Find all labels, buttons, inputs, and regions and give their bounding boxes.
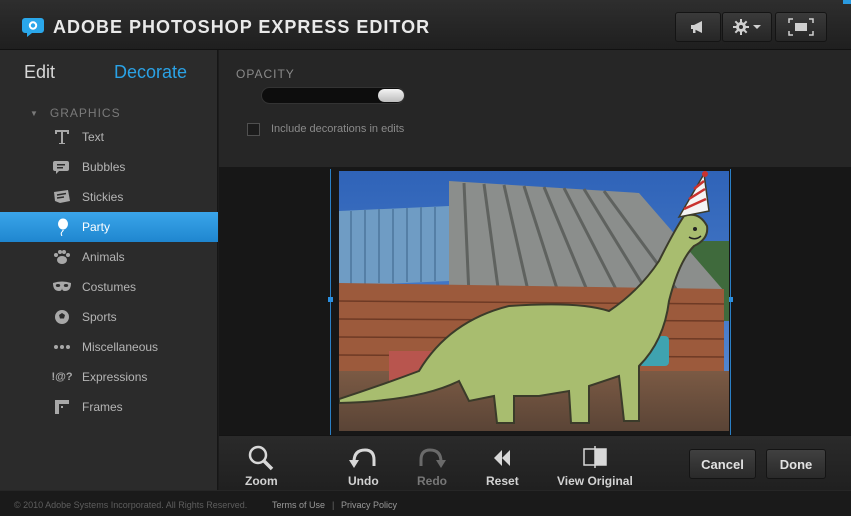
reset-button[interactable]: Reset: [486, 444, 519, 488]
bottom-toolbar: Zoom Undo Redo Reset View Original Cance…: [219, 435, 851, 490]
redo-button[interactable]: Redo: [417, 444, 447, 488]
paw-icon: [52, 248, 72, 266]
section-title: GRAPHICS: [49, 106, 121, 120]
rewind-icon: [494, 450, 511, 466]
redo-icon: [419, 448, 446, 468]
sidebar-item-party[interactable]: Party: [0, 212, 218, 242]
undo-icon: [349, 448, 376, 468]
privacy-policy-link[interactable]: Privacy Policy: [341, 500, 397, 510]
bubbles-icon: [52, 158, 72, 176]
sidebar-item-sports[interactable]: Sports: [0, 302, 218, 332]
stickies-icon: [52, 188, 72, 206]
graphics-section-header[interactable]: ▼ GRAPHICS: [30, 106, 121, 120]
app-header: ADOBE PHOTOSHOP EXPRESS EDITOR: [0, 0, 851, 50]
text-icon: [52, 128, 72, 146]
app-title: ADOBE PHOTOSHOP EXPRESS EDITOR: [53, 17, 431, 37]
opacity-slider-thumb[interactable]: [378, 89, 404, 102]
sidebar-item-animals[interactable]: Animals: [0, 242, 218, 272]
view-original-button[interactable]: View Original: [557, 444, 633, 488]
resize-handle-left[interactable]: [328, 297, 333, 302]
gear-icon: [733, 19, 749, 35]
ellipsis-icon: [52, 338, 72, 356]
fullscreen-button[interactable]: [775, 12, 827, 42]
magnifier-icon: [249, 445, 274, 471]
sports-icon: [52, 308, 72, 326]
sidebar-item-bubbles[interactable]: Bubbles: [0, 152, 218, 182]
sidebar-item-label: Animals: [82, 250, 125, 264]
tab-decorate[interactable]: Decorate: [114, 62, 187, 83]
sidebar-item-miscellaneous[interactable]: Miscellaneous: [0, 332, 218, 362]
options-panel: OPACITY Include decorations in edits: [219, 50, 851, 167]
party-icon: [52, 218, 72, 236]
sidebar: Edit Decorate ▼ GRAPHICS Text Bubbles St…: [0, 50, 218, 490]
photoshop-express-editor: ADOBE PHOTOSHOP EXPRESS EDITOR Edit Deco…: [0, 0, 851, 516]
sidebar-item-label: Sports: [82, 310, 117, 324]
fullscreen-icon: [788, 18, 814, 36]
settings-button[interactable]: [722, 12, 772, 42]
zoom-button[interactable]: Zoom: [245, 444, 278, 488]
zoom-label: Zoom: [245, 474, 278, 488]
terms-of-use-link[interactable]: Terms of Use: [272, 500, 325, 510]
megaphone-icon: [691, 21, 702, 33]
sidebar-item-stickies[interactable]: Stickies: [0, 182, 218, 212]
photo-canvas[interactable]: [219, 167, 851, 435]
sidebar-item-label: Expressions: [82, 370, 148, 384]
cancel-button[interactable]: Cancel: [689, 449, 756, 479]
include-decorations-label: Include decorations in edits: [271, 123, 405, 135]
sidebar-item-label: Bubbles: [82, 160, 126, 174]
view-original-label: View Original: [557, 474, 633, 488]
frames-icon: [52, 398, 72, 416]
opacity-slider[interactable]: [261, 87, 405, 104]
sidebar-item-label: Stickies: [82, 190, 124, 204]
view-original-icon: [583, 446, 607, 468]
sidebar-item-label: Costumes: [82, 280, 137, 294]
opacity-label: OPACITY: [236, 67, 295, 81]
chevron-down-icon: [753, 25, 761, 29]
corner-indicator: [843, 0, 851, 4]
undo-label: Undo: [348, 474, 379, 488]
footer: © 2010 Adobe Systems Incorporated. All R…: [0, 490, 851, 516]
graphics-menu: Text Bubbles Stickies Party Animals Cost…: [0, 122, 218, 422]
done-button[interactable]: Done: [766, 449, 826, 479]
sidebar-item-label: Text: [82, 130, 105, 144]
selection-right-edge: [730, 169, 731, 435]
sidebar-item-label: Party: [82, 220, 111, 234]
announcements-button[interactable]: [675, 12, 721, 42]
reset-label: Reset: [486, 474, 519, 488]
sidebar-item-text[interactable]: Text: [0, 122, 218, 152]
sidebar-item-label: Frames: [82, 400, 123, 414]
tab-edit[interactable]: Edit: [24, 62, 55, 83]
sidebar-item-label: Miscellaneous: [82, 340, 159, 354]
include-decorations-checkbox[interactable]: [247, 123, 260, 136]
sidebar-item-expressions[interactable]: !@? Expressions: [0, 362, 218, 392]
selection-left-edge: [330, 169, 331, 435]
caret-down-icon: ▼: [30, 108, 38, 118]
sidebar-item-costumes[interactable]: Costumes: [0, 272, 218, 302]
copyright-text: © 2010 Adobe Systems Incorporated. All R…: [14, 500, 248, 510]
footer-separator: |: [332, 500, 335, 510]
sidebar-item-frames[interactable]: Frames: [0, 392, 218, 422]
photo-image: [339, 171, 729, 431]
mask-icon: [52, 278, 72, 296]
undo-button[interactable]: Undo: [348, 444, 379, 488]
photoshop-express-logo-icon: [22, 18, 44, 37]
redo-label: Redo: [417, 474, 447, 488]
expressions-icon: !@?: [51, 371, 73, 383]
